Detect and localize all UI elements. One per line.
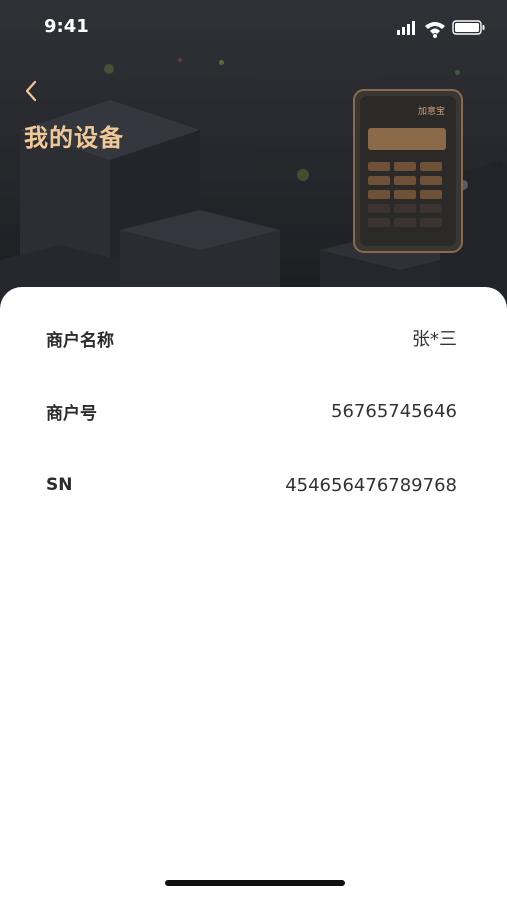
detail-sheet: 商户名称 张*三 商户号 56765745646 SN 454656476789… xyxy=(0,287,507,900)
decor-dot xyxy=(455,70,460,75)
merchant-id-label: 商户号 xyxy=(46,403,97,424)
merchant-id-row: 商户号 56765745646 xyxy=(46,391,457,431)
back-button[interactable] xyxy=(18,78,44,104)
decor-dot xyxy=(219,60,224,65)
status-bar: 9:41 xyxy=(0,0,507,52)
pos-terminal-illustration: 加意宝 xyxy=(353,89,463,253)
decor-dot xyxy=(104,64,114,74)
signal-icon xyxy=(397,21,415,35)
sn-label: SN xyxy=(46,475,73,495)
device-logo-text: 加意宝 xyxy=(418,105,445,117)
home-indicator xyxy=(165,880,345,886)
battery-icon xyxy=(452,20,485,35)
merchant-name-label: 商户名称 xyxy=(46,330,114,351)
sn-value: 454656476789768 xyxy=(285,474,457,496)
merchant-name-value: 张*三 xyxy=(412,329,457,350)
sn-row: SN 454656476789768 xyxy=(46,465,457,505)
decor-dot xyxy=(178,58,182,62)
page-title: 我的设备 xyxy=(24,124,124,152)
decor-dot xyxy=(297,169,309,181)
wifi-icon xyxy=(425,22,445,38)
status-icons xyxy=(397,20,485,38)
hero-header: 9:41 我的设备 加意宝 xyxy=(0,0,507,320)
status-time: 9:41 xyxy=(44,16,89,37)
chevron-left-icon xyxy=(25,80,37,102)
merchant-id-value: 56765745646 xyxy=(331,400,457,422)
merchant-name-row: 商户名称 张*三 xyxy=(46,318,457,358)
